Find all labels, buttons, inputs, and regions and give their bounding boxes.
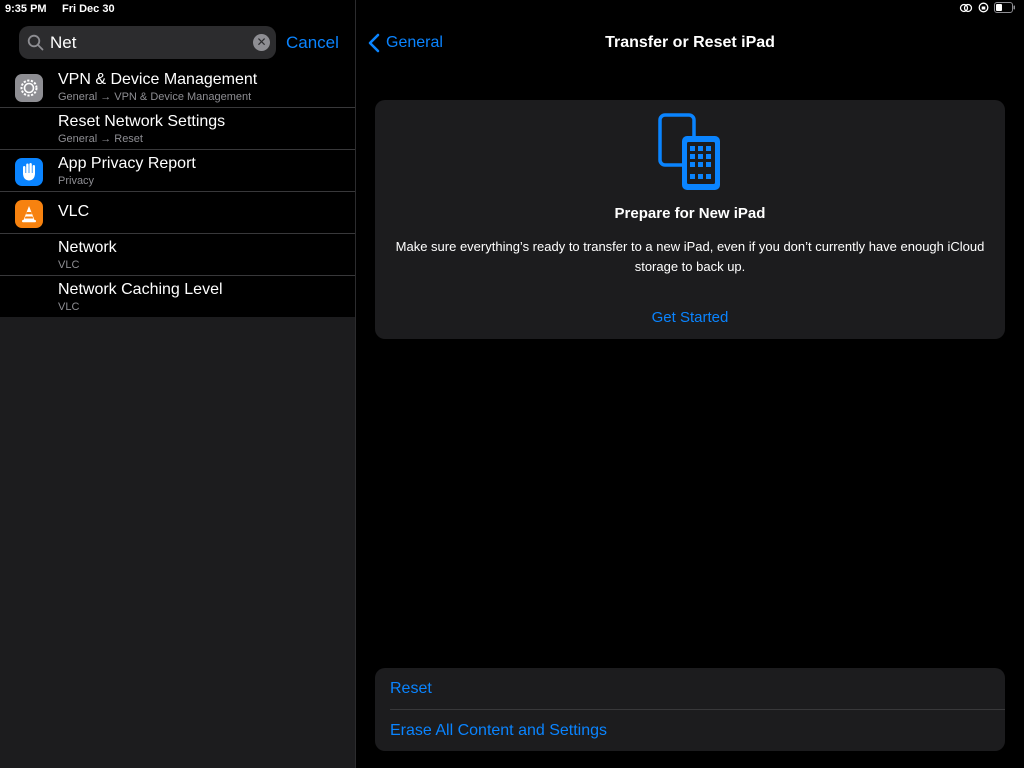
status-icons: [959, 2, 1016, 13]
result-app-privacy-report[interactable]: App Privacy Report Privacy: [0, 150, 355, 192]
hand-icon: [15, 158, 43, 186]
result-vlc[interactable]: VLC: [0, 192, 355, 234]
vlc-cone-icon: [15, 200, 43, 228]
result-title: Reset Network Settings: [58, 113, 226, 130]
result-subtitle: General → Reset: [58, 133, 143, 145]
clear-search-icon[interactable]: ✕: [253, 34, 270, 51]
result-subtitle: VLC: [58, 259, 80, 271]
chevron-left-icon: [368, 33, 380, 53]
search-field[interactable]: Net ✕: [19, 26, 276, 59]
search-input[interactable]: Net: [50, 33, 76, 53]
result-network-caching-level[interactable]: Network Caching Level VLC: [0, 276, 355, 317]
back-label: General: [386, 34, 443, 51]
gear-icon: [15, 74, 43, 102]
screen-mirroring-icon: [959, 3, 973, 12]
status-time: 9:35 PM: [5, 3, 47, 15]
result-title: Network Caching Level: [58, 281, 223, 298]
page-title: Transfer or Reset iPad: [605, 34, 775, 51]
get-started-button[interactable]: Get Started: [375, 309, 1005, 326]
battery-icon: [994, 2, 1015, 13]
orientation-lock-icon: [978, 2, 989, 13]
back-button[interactable]: General: [368, 33, 443, 53]
reset-actions-card: Reset Erase All Content and Settings: [375, 668, 1005, 751]
result-vpn-device-management[interactable]: VPN & Device Management General → VPN & …: [0, 66, 355, 108]
result-subtitle: VLC: [58, 301, 80, 313]
ipad-transfer-icon: [658, 113, 720, 190]
status-date: Fri Dec 30: [62, 3, 115, 15]
result-subtitle: General → VPN & Device Management: [58, 91, 252, 103]
result-reset-network-settings[interactable]: Reset Network Settings General → Reset: [0, 108, 355, 150]
erase-all-button[interactable]: Erase All Content and Settings: [390, 722, 607, 740]
pane-divider: [355, 0, 356, 768]
prepare-title: Prepare for New iPad: [614, 205, 766, 222]
reset-button[interactable]: Reset: [390, 680, 432, 698]
erase-row[interactable]: Erase All Content and Settings: [375, 710, 1005, 751]
cancel-button[interactable]: Cancel: [286, 33, 339, 53]
result-title: VLC: [58, 203, 90, 220]
result-title: App Privacy Report: [58, 155, 196, 172]
search-icon: [27, 34, 44, 51]
prepare-description: Make sure everything’s ready to transfer…: [395, 239, 985, 274]
search-results: VPN & Device Management General → VPN & …: [0, 66, 355, 317]
prepare-new-ipad-card: Prepare for New iPad Make sure everythin…: [375, 100, 1005, 339]
result-title: Network: [58, 239, 117, 256]
result-title: VPN & Device Management: [58, 71, 258, 88]
result-subtitle: Privacy: [58, 175, 95, 187]
result-network[interactable]: Network VLC: [0, 234, 355, 276]
reset-row[interactable]: Reset: [390, 668, 1005, 710]
